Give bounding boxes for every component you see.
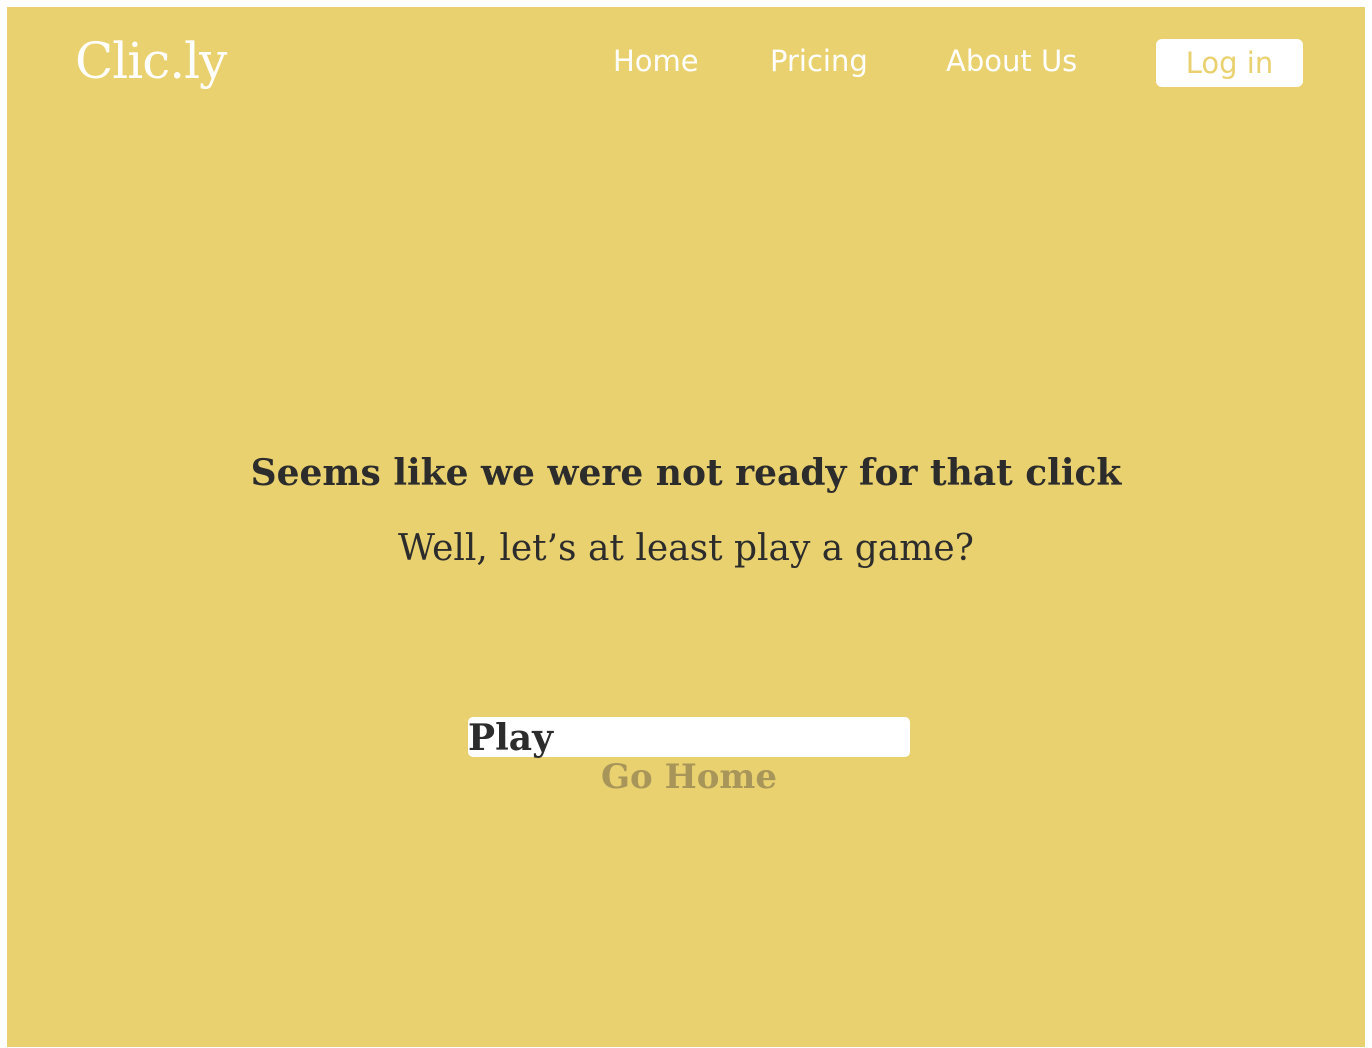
login-button[interactable]: Log in <box>1156 39 1303 87</box>
go-home-link[interactable]: Go Home <box>7 755 1365 799</box>
nav-about-us-link[interactable]: About Us <box>946 43 1077 79</box>
nav-pricing-link[interactable]: Pricing <box>770 43 868 79</box>
site-logo[interactable]: Clic.ly <box>75 29 227 93</box>
play-button[interactable]: Play <box>468 717 910 759</box>
error-subline: Well, let’s at least play a game? <box>398 528 974 569</box>
error-headline: Seems like we were not ready for that cl… <box>250 452 1122 494</box>
nav-home-link[interactable]: Home <box>613 43 699 79</box>
error-page: Clic.ly Home Pricing About Us Log in See… <box>7 7 1365 1047</box>
